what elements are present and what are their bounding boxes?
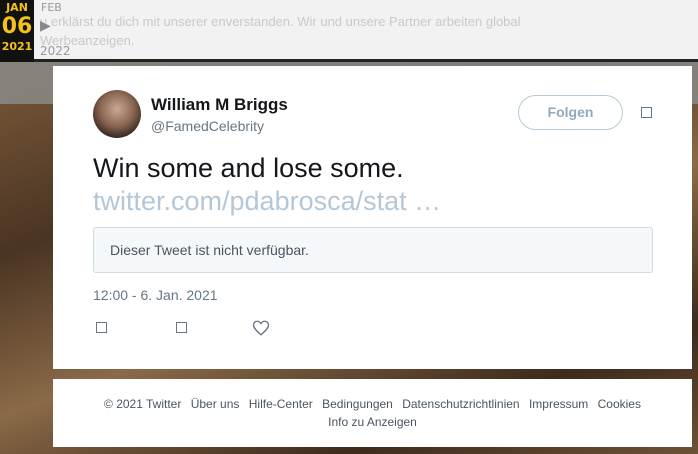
footer-link-imprint[interactable]: Impressum <box>529 397 588 411</box>
more-options-icon[interactable] <box>641 107 652 118</box>
next-year: 2022 <box>40 44 71 58</box>
cookie-banner-line-2: Werbeanzeigen. <box>40 33 135 48</box>
tweet-timestamp[interactable]: 12:00 - 6. Jan. 2021 <box>93 287 218 303</box>
author-handle[interactable]: @FamedCelebrity <box>151 118 264 134</box>
tweet-text: Win some and lose some. <box>93 153 404 183</box>
cookie-banner-line-1: u erklärst du dich mit unserer enverstan… <box>40 14 521 29</box>
current-capture-date: JAN 06 2021 <box>0 0 34 62</box>
wayback-timeline-bar: u erklärst du dich mit unserer enverstan… <box>0 0 698 62</box>
avatar[interactable] <box>93 90 141 138</box>
reply-icon[interactable] <box>96 322 107 333</box>
current-month: JAN <box>6 1 28 14</box>
heart-icon[interactable] <box>252 319 270 337</box>
footer: © 2021 Twitter Über uns Hilfe-Center Bed… <box>53 379 692 447</box>
follow-button[interactable]: Folgen <box>518 95 623 130</box>
footer-link-privacy[interactable]: Datenschutzrichtlinien <box>402 397 519 411</box>
footer-link-cookies[interactable]: Cookies <box>598 397 641 411</box>
current-day: 06 <box>1 14 33 39</box>
tweet-link[interactable]: twitter.com/pdabrosca/stat … <box>93 185 441 217</box>
author-name[interactable]: William M Briggs <box>151 95 288 115</box>
next-arrow-icon[interactable]: ▶ <box>40 18 51 34</box>
current-year: 2021 <box>1 40 33 53</box>
next-capture-link[interactable]: FEB ▶ 2022 <box>40 0 80 62</box>
tweet-card: William M Briggs @FamedCelebrity Folgen … <box>53 66 692 369</box>
footer-link-help[interactable]: Hilfe-Center <box>249 397 313 411</box>
retweet-icon[interactable] <box>176 322 187 333</box>
footer-link-ads-info[interactable]: Info zu Anzeigen <box>328 415 417 429</box>
footer-link-terms[interactable]: Bedingungen <box>322 397 393 411</box>
quoted-tweet-unavailable: Dieser Tweet ist nicht verfügbar. <box>93 227 653 273</box>
next-month: FEB <box>41 1 62 14</box>
footer-link-about[interactable]: Über uns <box>191 397 240 411</box>
footer-link-copyright: © 2021 Twitter <box>104 397 182 411</box>
cookie-banner-text: u erklärst du dich mit unserer enverstan… <box>40 12 698 50</box>
footer-links: © 2021 Twitter Über uns Hilfe-Center Bed… <box>53 395 692 431</box>
